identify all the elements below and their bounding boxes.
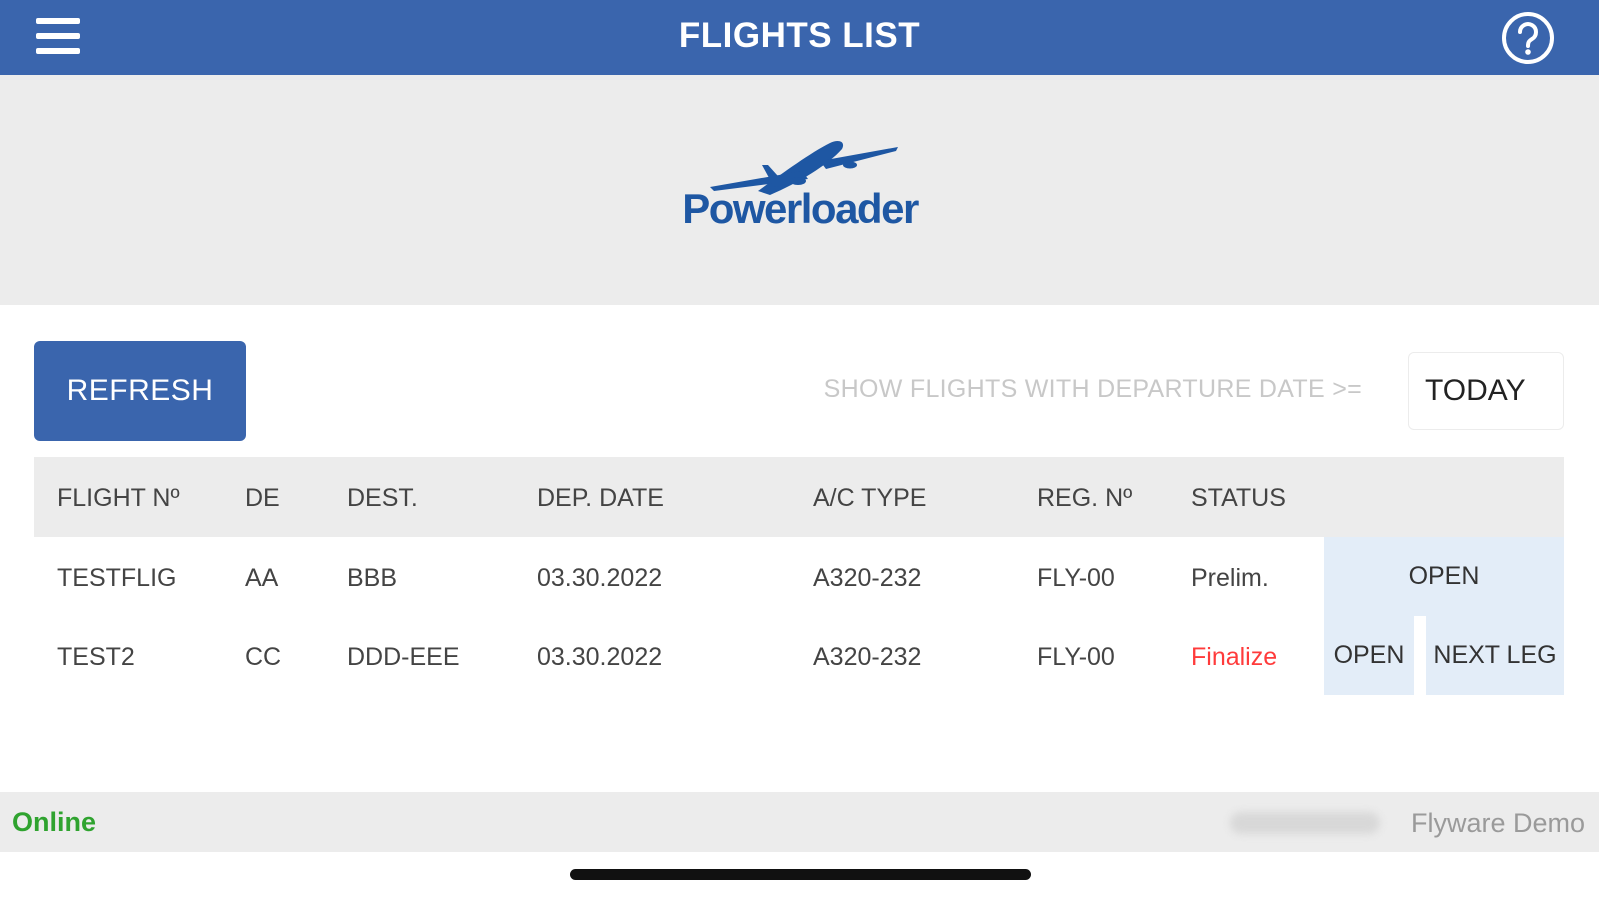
column-header-ac-type[interactable]: A/C TYPE <box>813 484 926 513</box>
departure-date-select[interactable]: TODAY <box>1408 352 1564 430</box>
redacted-user-name <box>1230 812 1380 834</box>
flight-number-cell: TEST2 <box>57 643 135 671</box>
table-row[interactable]: TESTFLIG AA BBB 03.30.2022 A320-232 FLY-… <box>34 537 1564 616</box>
destination-cell: DDD-EEE <box>347 643 460 671</box>
top-app-bar: FLIGHTS LIST <box>0 0 1599 75</box>
help-circle-icon[interactable] <box>1500 10 1556 66</box>
open-flight-button[interactable]: OPEN <box>1324 537 1564 616</box>
dep-date-cell: 03.30.2022 <box>537 564 663 592</box>
column-header-de[interactable]: DE <box>245 484 280 513</box>
environment-label: Flyware Demo <box>1410 808 1585 838</box>
dep-date-cell: 03.30.2022 <box>537 643 663 671</box>
powerloader-logo: Powerloader <box>680 135 920 245</box>
departure-date-filter-label: SHOW FLIGHTS WITH DEPARTURE DATE >= <box>823 375 1362 403</box>
column-header-status[interactable]: STATUS <box>1191 484 1286 513</box>
open-flight-button[interactable]: OPEN <box>1324 616 1414 695</box>
home-indicator[interactable] <box>570 869 1031 880</box>
logo-banner: Powerloader <box>0 75 1599 305</box>
reg-no-cell: FLY-00 <box>1037 643 1115 671</box>
departure-cell: AA <box>245 564 279 592</box>
connection-status: Online <box>12 807 97 837</box>
ac-type-cell: A320-232 <box>813 564 922 592</box>
logo-text: Powerloader <box>682 185 919 232</box>
table-row[interactable]: TEST2 CC DDD-EEE 03.30.2022 A320-232 FLY… <box>34 616 1564 695</box>
status-cell: Prelim. <box>1191 564 1269 592</box>
refresh-button[interactable]: REFRESH <box>34 341 246 441</box>
departure-cell: CC <box>245 643 282 671</box>
page-title: FLIGHTS LIST <box>678 16 921 55</box>
ac-type-cell: A320-232 <box>813 643 922 671</box>
destination-cell: BBB <box>347 564 398 592</box>
status-cell: Finalize <box>1191 643 1278 671</box>
column-header-flight-no[interactable]: FLIGHT Nº <box>57 484 180 513</box>
column-header-dep-date[interactable]: DEP. DATE <box>537 484 664 513</box>
flight-number-cell: TESTFLIG <box>57 564 177 592</box>
reg-no-cell: FLY-00 <box>1037 564 1115 592</box>
column-header-reg-no[interactable]: REG. Nº <box>1037 484 1132 513</box>
status-bar: Online Flyware Demo <box>0 792 1599 852</box>
next-leg-button[interactable]: NEXT LEG <box>1426 616 1564 695</box>
column-header-dest[interactable]: DEST. <box>347 484 418 513</box>
table-header: FLIGHT Nº DE DEST. DEP. DATE A/C TYPE RE… <box>34 457 1564 537</box>
